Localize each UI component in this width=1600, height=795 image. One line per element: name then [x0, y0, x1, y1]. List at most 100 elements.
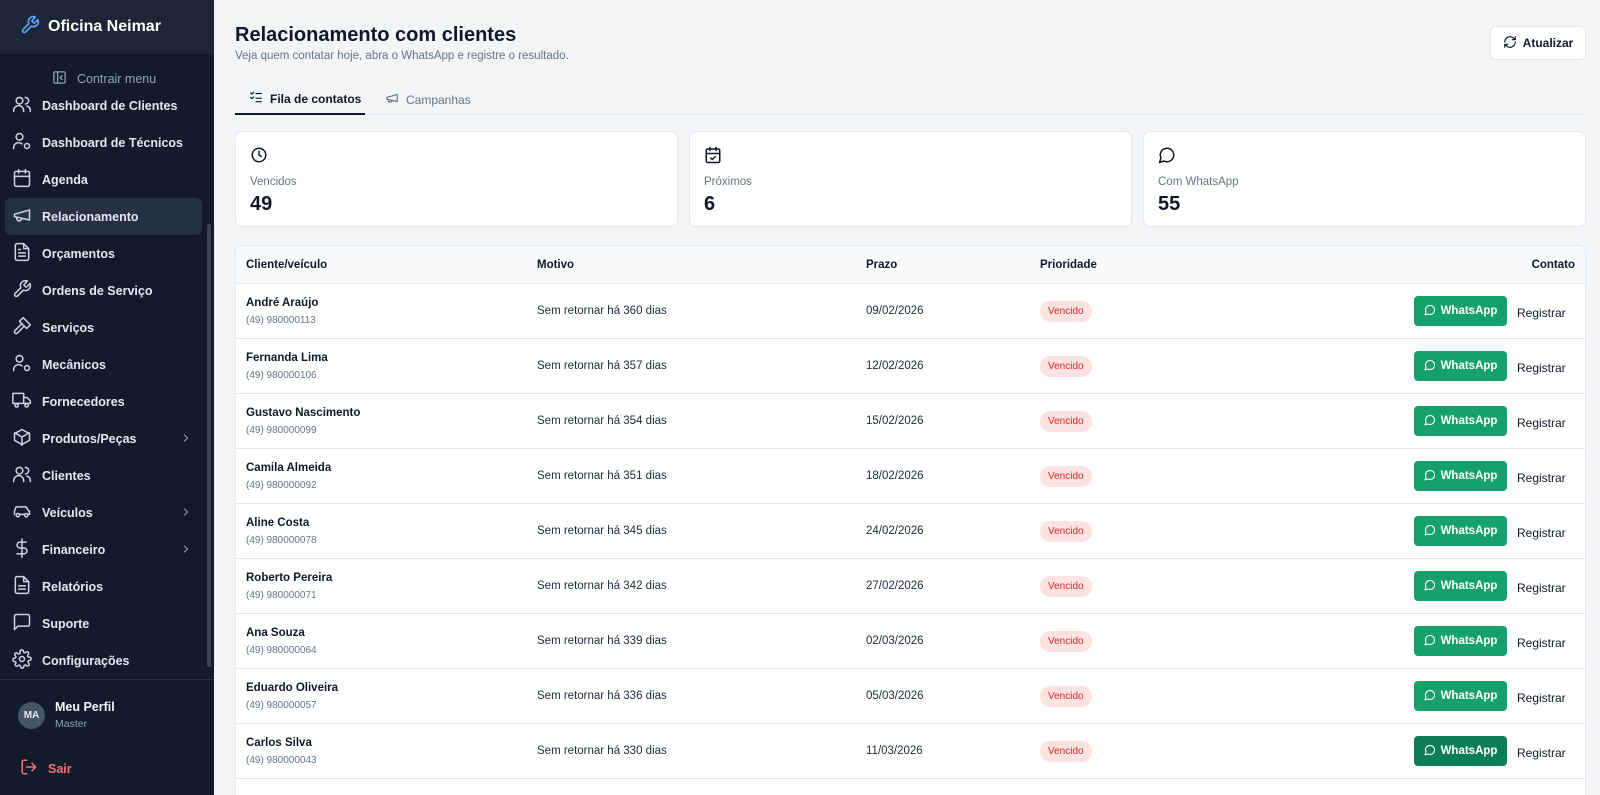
sidebar-item-label: Ordens de Serviço — [42, 283, 153, 298]
priority-badge: Vencido — [1040, 686, 1092, 707]
client-phone: (49) 980000043 — [246, 755, 317, 766]
stat-card-vencidos: Vencidos 49 — [235, 131, 678, 227]
sidebar-item-orcamentos[interactable]: Orçamentos — [0, 235, 214, 272]
sidebar-collapse-icon — [52, 70, 67, 88]
collapse-menu-label: Contrair menu — [77, 72, 157, 86]
sidebar-item-produtos-pecas[interactable]: Produtos/Peças — [0, 420, 214, 457]
deadline-cell: 15/02/2026 — [866, 415, 924, 427]
collapse-menu-button[interactable]: Contrair menu — [52, 70, 156, 88]
client-name: Fernanda Lima — [246, 352, 328, 364]
sidebar-item-configuracoes[interactable]: Configurações — [0, 642, 214, 679]
refresh-button[interactable]: Atualizar — [1490, 26, 1586, 60]
whatsapp-button[interactable]: WhatsApp — [1414, 626, 1507, 656]
deadline-cell: 05/03/2026 — [866, 690, 924, 702]
whatsapp-label: WhatsApp — [1440, 360, 1498, 372]
sidebar-item-label: Dashboard de Técnicos — [42, 135, 184, 150]
deadline-cell: 24/02/2026 — [866, 525, 924, 537]
whatsapp-icon — [1424, 304, 1436, 319]
box-icon — [12, 427, 32, 450]
whatsapp-button[interactable]: WhatsApp — [1414, 736, 1507, 766]
sidebar-item-label: Veículos — [42, 505, 93, 520]
sidebar-item-mecanicos[interactable]: Mecânicos — [0, 346, 214, 383]
chevron-right-icon — [180, 543, 192, 558]
register-button[interactable]: Registrar — [1517, 416, 1566, 430]
tab-label: Fila de contatos — [270, 91, 362, 106]
priority-badge: Vencido — [1040, 411, 1092, 432]
sidebar-item-label: Relatórios — [42, 579, 104, 594]
whatsapp-button[interactable]: WhatsApp — [1414, 571, 1507, 601]
register-button[interactable]: Registrar — [1517, 581, 1566, 595]
client-phone: (49) 980000064 — [246, 645, 317, 656]
logout-button[interactable]: Sair — [20, 758, 72, 779]
client-name: Carlos Silva — [246, 737, 312, 749]
sidebar-divider — [0, 679, 214, 680]
users-icon — [12, 464, 32, 487]
refresh-label: Atualizar — [1522, 36, 1574, 50]
table-body: André Araújo (49) 980000113 Sem retornar h… — [236, 284, 1585, 779]
sidebar-item-label: Orçamentos — [42, 246, 115, 261]
sidebar-scrollbar[interactable] — [207, 224, 211, 667]
sidebar-item-financeiro[interactable]: Financeiro — [0, 531, 214, 568]
whatsapp-button[interactable]: WhatsApp — [1414, 461, 1507, 491]
whatsapp-button[interactable]: WhatsApp — [1414, 406, 1507, 436]
register-button[interactable]: Registrar — [1517, 526, 1566, 540]
stat-value: 6 — [704, 193, 716, 215]
table-row: Carlos Silva (49) 980000043 Sem retornar h… — [236, 724, 1585, 779]
sidebar-nav: Dashboard de Clientes Dashboard de Técni… — [0, 87, 214, 679]
register-button[interactable]: Registrar — [1517, 306, 1566, 320]
gear-icon — [12, 649, 32, 672]
client-phone: (49) 980000099 — [246, 425, 317, 436]
whatsapp-button[interactable]: WhatsApp — [1414, 351, 1507, 381]
profile-menu[interactable]: MA Meu Perfil Master — [18, 700, 115, 730]
column-header-prioridade: Prioridade — [1040, 259, 1097, 271]
profile-name: Meu Perfil — [55, 700, 115, 714]
sidebar-item-label: Dashboard de Clientes — [42, 98, 178, 113]
client-name: Aline Costa — [246, 517, 310, 529]
whatsapp-icon — [1424, 469, 1436, 484]
whatsapp-label: WhatsApp — [1440, 635, 1498, 647]
sidebar-item-label: Financeiro — [42, 542, 106, 557]
sidebar-item-label: Serviços — [42, 320, 95, 335]
register-button[interactable]: Registrar — [1517, 746, 1566, 760]
sidebar-item-suporte[interactable]: Suporte — [0, 605, 214, 642]
brand[interactable]: Oficina Neimar — [0, 0, 214, 54]
register-button[interactable]: Registrar — [1517, 361, 1566, 375]
register-button[interactable]: Registrar — [1517, 691, 1566, 705]
table-row: Fernanda Lima (49) 980000106 Sem retornar … — [236, 339, 1585, 394]
user-gear-icon — [12, 353, 32, 376]
stat-label: Com WhatsApp — [1158, 176, 1239, 188]
reason-cell: Sem retornar há 339 dias — [537, 635, 667, 647]
client-name: Roberto Pereira — [246, 572, 333, 584]
sidebar-item-label: Fornecedores — [42, 394, 125, 409]
client-name: Ana Souza — [246, 627, 305, 639]
deadline-cell: 18/02/2026 — [866, 470, 924, 482]
register-button[interactable]: Registrar — [1517, 471, 1566, 485]
sidebar-item-veiculos[interactable]: Veículos — [0, 494, 214, 531]
tab-campanhas[interactable]: Campanhas — [385, 84, 471, 115]
register-button[interactable]: Registrar — [1517, 636, 1566, 650]
whatsapp-button[interactable]: WhatsApp — [1414, 516, 1507, 546]
sidebar-item-dashboard-clientes[interactable]: Dashboard de Clientes — [0, 87, 214, 124]
main-content: Relacionamento com clientes Veja quem co… — [214, 0, 1600, 795]
sidebar-item-relatorios[interactable]: Relatórios — [0, 568, 214, 605]
avatar: MA — [18, 701, 45, 729]
sidebar-item-ordens-de-servico[interactable]: Ordens de Serviço — [0, 272, 214, 309]
chat-bubble-icon — [1158, 147, 1176, 168]
table-row: Camila Almeida (49) 980000092 Sem retornar… — [236, 449, 1585, 504]
tab-fila-de-contatos[interactable]: Fila de contatos — [235, 84, 365, 115]
sidebar-item-agenda[interactable]: Agenda — [0, 161, 214, 198]
whatsapp-icon — [1424, 634, 1436, 649]
whatsapp-button[interactable]: WhatsApp — [1414, 296, 1507, 326]
whatsapp-button[interactable]: WhatsApp — [1414, 681, 1507, 711]
sidebar-item-relacionamento[interactable]: Relacionamento — [5, 198, 202, 235]
priority-badge: Vencido — [1040, 466, 1092, 487]
sidebar-item-fornecedores[interactable]: Fornecedores — [0, 383, 214, 420]
tabs: Fila de contatos Campanhas — [235, 84, 1586, 115]
sidebar: Oficina Neimar Contrair menu Dashboard d… — [0, 0, 214, 795]
whatsapp-label: WhatsApp — [1440, 690, 1498, 702]
client-phone: (49) 980000078 — [246, 535, 317, 546]
sidebar-item-servicos[interactable]: Serviços — [0, 309, 214, 346]
sidebar-item-dashboard-tecnicos[interactable]: Dashboard de Técnicos — [0, 124, 214, 161]
chevron-right-icon — [180, 432, 192, 447]
sidebar-item-clientes[interactable]: Clientes — [0, 457, 214, 494]
